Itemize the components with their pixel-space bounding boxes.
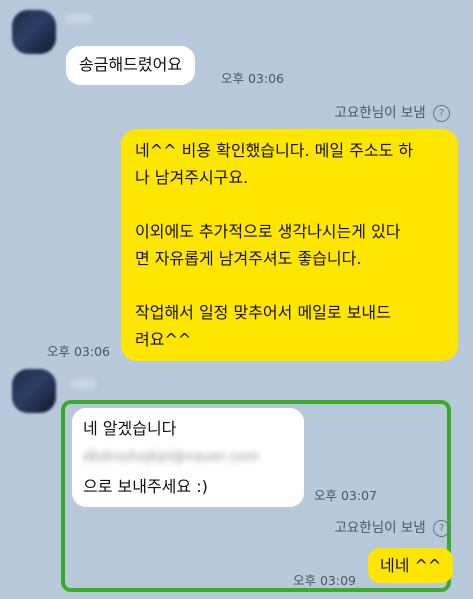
message-line [135,272,444,299]
sender-label: 고요한님이 보냄 [334,105,426,121]
message-line: 나 남겨주시구요. [135,168,249,187]
help-icon[interactable]: ? [433,104,450,122]
message-text: 네네 ^^ [380,556,442,575]
sender-label-row: 고요한님이 보냄 ? [334,516,450,537]
message-line: 면 자유롭게 남겨주셔도 좋습니다. [135,249,362,268]
sender-avatar[interactable] [12,10,56,54]
message-line: 으로 보내주세요 :) [83,477,208,496]
message-time: 오후 03:07 [314,488,377,503]
message-line: 이외에도 추가적으로 생각나시는게 있다 [135,222,401,241]
message-text: 송금해드렸어요 [79,55,183,74]
message-bubble-incoming[interactable]: 네 알겠습니다 dkdrsshojkpi@naver.com 으로 보내주세요 … [72,408,304,507]
message-time: 오후 03:06 [47,344,110,359]
message-line: 네 알겠습니다 [83,419,177,438]
help-icon[interactable]: ? [433,519,450,537]
message-bubble-incoming[interactable]: 송금해드렸어요 [66,46,196,85]
email-address-blurred: dkdrsshojkpi@naver.com [83,449,259,465]
sender-label-row: 고요한님이 보냄 ? [334,101,450,122]
message-line: 네^^ 비용 확인했습니다. 메일 주소도 하 [135,141,414,160]
message-line: 작업해서 일정 맞추어서 메일로 보내드 [135,303,391,322]
message-time: 오후 03:06 [221,71,284,86]
message-bubble-outgoing[interactable]: 네네 ^^ [368,548,454,583]
message-bubble-outgoing[interactable]: 네^^ 비용 확인했습니다. 메일 주소도 하 나 남겨주시구요. 이외에도 추… [121,129,458,361]
message-time: 오후 03:09 [293,573,356,588]
sender-avatar[interactable] [12,369,56,413]
sender-label: 고요한님이 보냄 [334,520,426,536]
sender-nickname [70,379,96,389]
message-line [135,191,444,218]
message-line: 려요^^ [135,330,192,349]
sender-nickname [66,14,92,24]
